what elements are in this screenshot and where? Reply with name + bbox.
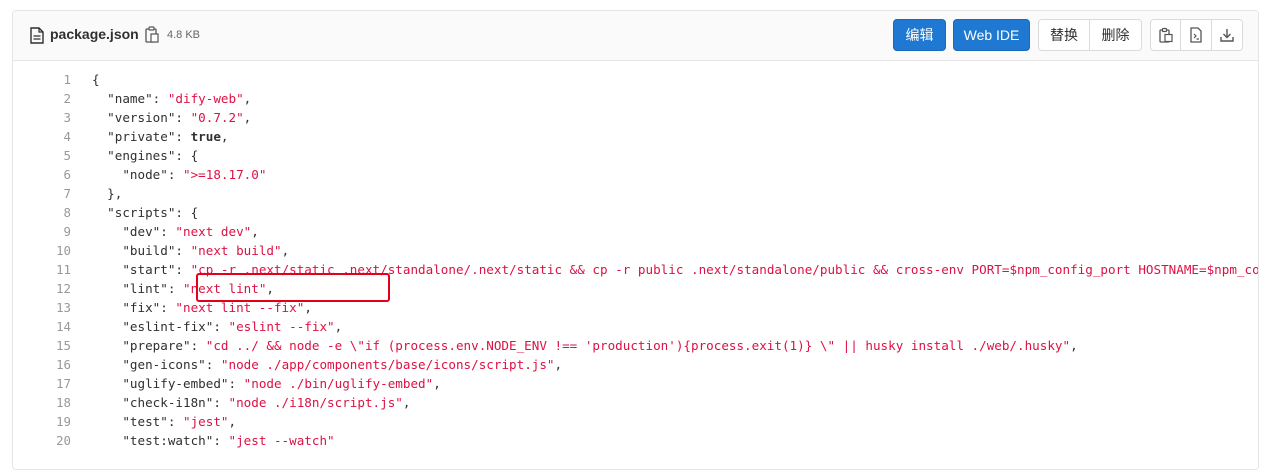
line-content: "uglify-embed": "node ./bin/uglify-embed… (92, 376, 441, 391)
line-number[interactable]: 5 (13, 146, 71, 165)
line-number[interactable]: 15 (13, 336, 71, 355)
raw-file-icon (1190, 27, 1202, 43)
line-number[interactable]: 6 (13, 165, 71, 184)
copy-icon (1158, 27, 1173, 43)
line-number[interactable]: 19 (13, 412, 71, 431)
line-number[interactable]: 18 (13, 393, 71, 412)
line-content: "dev": "next dev", (92, 224, 259, 239)
line-content: "scripts": { (92, 205, 199, 220)
line-number[interactable]: 20 (13, 431, 71, 450)
replace-button[interactable]: 替换 (1038, 19, 1090, 51)
download-icon (1220, 29, 1234, 42)
line-number[interactable]: 1 (13, 70, 71, 89)
line-content: "lint": "next lint", (92, 281, 274, 296)
line-content: "start": "cp -r .next/static .next/stand… (92, 262, 1259, 277)
line-number[interactable]: 10 (13, 241, 71, 260)
line-content: "build": "next build", (92, 243, 290, 258)
line-content: "test:watch": "jest --watch" (92, 433, 335, 448)
line-number[interactable]: 9 (13, 222, 71, 241)
open-raw-button[interactable] (1181, 19, 1212, 51)
line-number[interactable]: 2 (13, 89, 71, 108)
line-content: "engines": { (92, 148, 199, 163)
file-icon (30, 27, 44, 44)
line-content: "version": "0.7.2", (92, 110, 252, 125)
line-number[interactable]: 11 (13, 260, 71, 279)
line-number[interactable]: 4 (13, 127, 71, 146)
line-number[interactable]: 14 (13, 317, 71, 336)
line-content: "fix": "next lint --fix", (92, 300, 312, 315)
line-content: "name": "dify-web", (92, 91, 252, 106)
copy-contents-button[interactable] (1150, 19, 1181, 51)
file-name: package.json (50, 26, 139, 42)
line-number[interactable]: 8 (13, 203, 71, 222)
line-content: }, (92, 186, 123, 201)
copy-path-icon[interactable] (145, 26, 159, 44)
file-size: 4.8 KB (167, 29, 201, 41)
line-content: "prepare": "cd ../ && node -e \"if (proc… (92, 338, 1078, 353)
web-ide-button[interactable]: Web IDE (953, 19, 1030, 51)
line-number[interactable]: 3 (13, 108, 71, 127)
line-number[interactable]: 7 (13, 184, 71, 203)
code-view: 1 {2 "name": "dify-web", 3 "version": "0.7… (13, 61, 1258, 469)
line-content: "eslint-fix": "eslint --fix", (92, 319, 343, 334)
line-number[interactable]: 16 (13, 355, 71, 374)
line-number[interactable]: 12 (13, 279, 71, 298)
line-content: "private": true, (92, 129, 229, 144)
line-content: "check-i18n": "node ./i18n/script.js", (92, 395, 411, 410)
file-header: package.json 4.8 KB 编辑 Web IDE 替换 删除 (13, 11, 1258, 61)
download-button[interactable] (1212, 19, 1243, 51)
delete-button[interactable]: 删除 (1090, 19, 1142, 51)
line-content: "test": "jest", (92, 414, 237, 429)
line-content: { (92, 72, 100, 87)
file-viewer: package.json 4.8 KB 编辑 Web IDE 替换 删除 1 {… (12, 10, 1259, 470)
line-content: "gen-icons": "node ./app/components/base… (92, 357, 563, 372)
line-number[interactable]: 13 (13, 298, 71, 317)
line-content: "node": ">=18.17.0" (92, 167, 267, 182)
edit-button[interactable]: 编辑 (893, 19, 946, 51)
line-number[interactable]: 17 (13, 374, 71, 393)
